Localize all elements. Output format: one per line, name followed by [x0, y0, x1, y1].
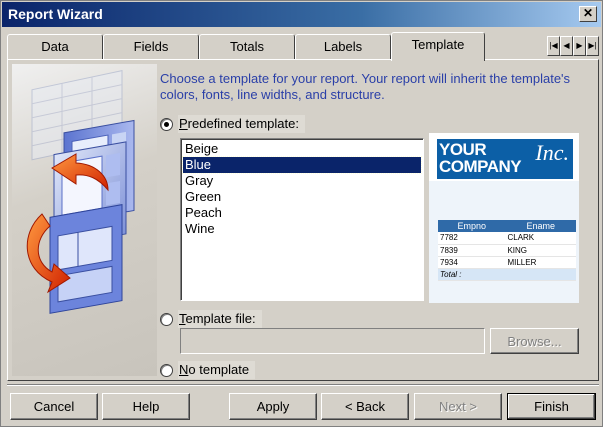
list-item[interactable]: Green — [183, 189, 421, 205]
logo-line1: YOUR — [439, 140, 487, 159]
back-button[interactable]: < Back — [321, 393, 409, 420]
logo-text: YOUR COMPANY — [439, 140, 522, 176]
instructions-text: Choose a template for your report. Your … — [160, 71, 571, 102]
cancel-button[interactable]: Cancel — [10, 393, 98, 420]
table-total-row: Total : — [438, 268, 576, 281]
tab-label: Labels — [323, 39, 363, 54]
tab-label: Template — [411, 37, 465, 52]
table-row: 7839 KING — [438, 244, 576, 257]
company-logo: YOUR COMPANY Inc. — [437, 139, 573, 179]
table-row: 7782 CLARK — [438, 232, 576, 245]
cell: Total : — [438, 268, 506, 281]
tab-fields[interactable]: Fields — [103, 34, 199, 60]
tab-label: Fields — [133, 39, 169, 54]
tab-next-icon[interactable]: ▶ — [573, 36, 586, 56]
template-file-option[interactable]: Template file: — [160, 310, 262, 328]
tab-prev-icon[interactable]: ◀ — [560, 36, 573, 56]
cell: 7934 — [438, 256, 506, 269]
wizard-illustration — [12, 64, 157, 376]
cell: 7839 — [438, 244, 506, 257]
list-item[interactable]: Wine — [183, 221, 421, 237]
template-file-radio[interactable] — [160, 312, 173, 326]
cell — [505, 268, 576, 281]
finish-button[interactable]: Finish — [507, 393, 596, 420]
tab-strip: Data Fields Totals Labels Template |◀ ◀ … — [7, 32, 599, 61]
table-row: 7934 MILLER — [438, 256, 576, 269]
help-button[interactable]: Help — [102, 393, 190, 420]
list-item[interactable]: Gray — [183, 173, 421, 189]
tab-first-icon[interactable]: |◀ — [547, 36, 560, 56]
template-preview: YOUR COMPANY Inc. Empno Ename 7782 CLARK … — [429, 133, 579, 303]
report-wizard-window: Report Wizard ✕ Data Fields Totals Label… — [0, 0, 603, 427]
no-template-option[interactable]: No template — [160, 361, 256, 379]
cell: MILLER — [505, 256, 576, 269]
preview-column-header: Ename — [505, 220, 576, 232]
window-title: Report Wizard — [8, 6, 103, 22]
template-listbox[interactable]: Beige Blue Gray Green Peach Wine — [180, 138, 424, 301]
tab-label: Data — [41, 39, 69, 54]
apply-button[interactable]: Apply — [229, 393, 317, 420]
cell: KING — [505, 244, 576, 257]
no-template-label: No template — [178, 361, 256, 379]
tab-labels[interactable]: Labels — [295, 34, 391, 60]
tab-label: Totals — [230, 39, 264, 54]
browse-button[interactable]: Browse... — [490, 328, 579, 354]
template-file-label: Template file: — [178, 310, 262, 328]
tab-scroll-buttons: |◀ ◀ ▶ ▶| — [547, 36, 599, 56]
predefined-template-radio[interactable] — [160, 117, 173, 131]
template-illustration-icon — [26, 70, 135, 314]
tab-last-icon[interactable]: ▶| — [586, 36, 599, 56]
title-bar[interactable]: Report Wizard ✕ — [2, 2, 601, 27]
preview-column-header: Empno — [438, 220, 506, 232]
cell: CLARK — [505, 232, 576, 245]
predefined-template-option[interactable]: Predefined template: — [160, 115, 305, 133]
logo-inc: Inc. — [535, 140, 569, 165]
predefined-template-label: Predefined template: — [178, 115, 305, 133]
list-item[interactable]: Beige — [183, 141, 421, 157]
next-button[interactable]: Next > — [414, 393, 502, 420]
separator — [7, 384, 599, 386]
tab-data[interactable]: Data — [7, 34, 103, 60]
template-file-field[interactable] — [180, 328, 485, 354]
logo-line2: COMPANY — [439, 157, 522, 176]
tab-totals[interactable]: Totals — [199, 34, 295, 60]
preview-table: Empno Ename 7782 CLARK 7839 KING 7934 MILLE… — [438, 220, 576, 281]
no-template-radio[interactable] — [160, 363, 173, 377]
close-button[interactable]: ✕ — [579, 6, 597, 22]
list-item[interactable]: Peach — [183, 205, 421, 221]
tab-template[interactable]: Template — [391, 32, 485, 61]
cell: 7782 — [438, 232, 506, 245]
list-item[interactable]: Blue — [182, 156, 422, 174]
close-icon: ✕ — [582, 6, 594, 20]
